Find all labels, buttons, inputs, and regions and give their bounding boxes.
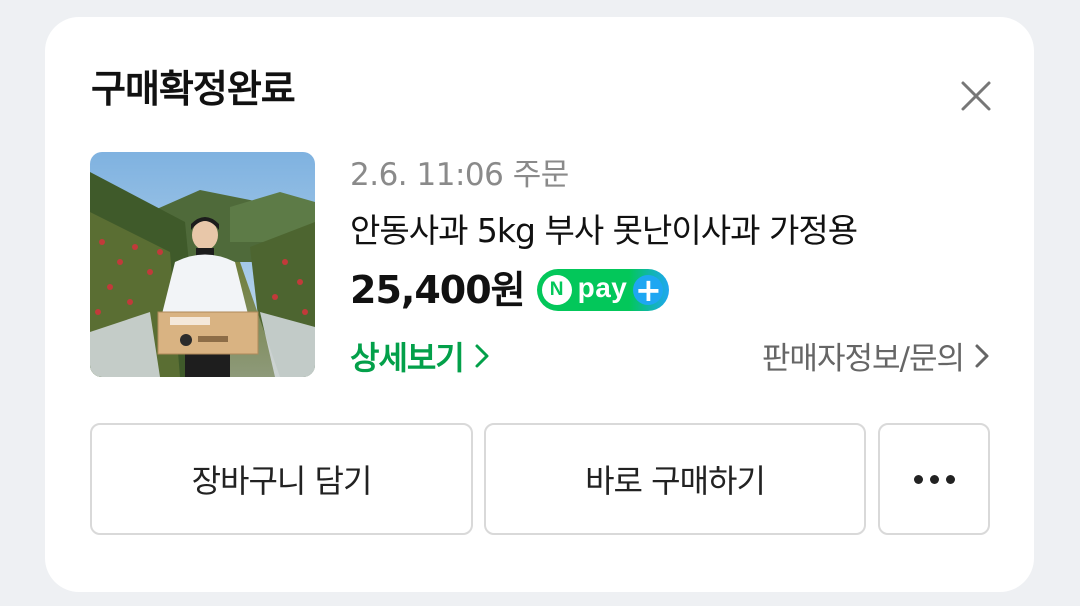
view-details-link[interactable]: 상세보기 xyxy=(350,333,490,379)
product-image xyxy=(90,152,315,377)
product-price: 25,400원 xyxy=(350,268,526,312)
buy-now-button[interactable]: 바로 구매하기 xyxy=(484,423,866,535)
price-row: 25,400원 N pay + xyxy=(350,265,670,315)
chevron-right-icon xyxy=(475,344,489,368)
npay-plus-icon: + xyxy=(633,271,664,309)
more-horizontal-icon xyxy=(913,474,955,484)
add-to-cart-label: 장바구니 담기 xyxy=(191,462,373,500)
buy-now-label: 바로 구매하기 xyxy=(585,462,766,500)
product-name[interactable]: 안동사과 5kg 부사 못난이사과 가정용 xyxy=(350,210,858,252)
view-details-label: 상세보기 xyxy=(350,339,465,377)
card-title: 구매확정완료 xyxy=(91,67,296,111)
close-button[interactable] xyxy=(957,77,995,115)
add-to-cart-button[interactable]: 장바구니 담기 xyxy=(90,423,473,535)
seller-info-label: 판매자정보/문의 xyxy=(761,341,965,377)
seller-info-link[interactable]: 판매자정보/문의 xyxy=(762,333,990,378)
product-thumbnail[interactable] xyxy=(90,152,315,377)
npay-n-icon: N xyxy=(541,275,572,305)
more-options-button[interactable] xyxy=(878,423,990,535)
npay-plus-badge: N pay + xyxy=(536,269,670,311)
chevron-right-icon xyxy=(975,344,989,367)
purchase-confirm-card: 구매확정완료 2.6. 11:06 주문 안동사과 5kg 부사 못난이사과 가… xyxy=(45,17,1034,592)
order-date-time: 2.6. 11:06 주문 xyxy=(350,157,569,193)
npay-text: pay xyxy=(577,272,628,303)
close-icon xyxy=(961,81,991,111)
